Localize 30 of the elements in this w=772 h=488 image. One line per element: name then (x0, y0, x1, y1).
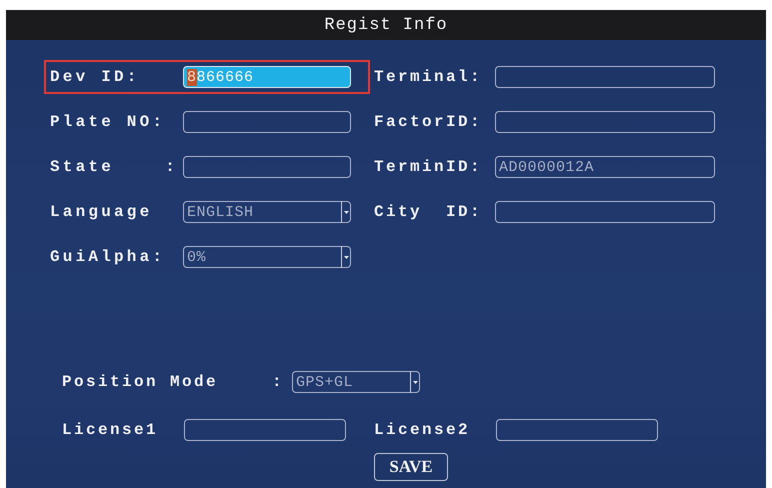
field-label: State : (50, 158, 180, 176)
dropdown[interactable]: GPS+GL (292, 371, 420, 393)
dropdown[interactable]: ENGLISH (183, 201, 351, 223)
field-label: TerminID: (374, 158, 484, 176)
dropdown-arrow-icon (410, 371, 419, 393)
input-field[interactable] (495, 111, 715, 133)
save-button[interactable]: SAVE (374, 453, 448, 481)
field-label: License1 (62, 421, 160, 439)
dropdown[interactable]: 0% (183, 246, 351, 268)
input-field[interactable] (495, 66, 715, 88)
field-label: Dev ID: (50, 68, 141, 86)
field-label: Position Mode (62, 373, 220, 391)
field-label: City ID: (374, 203, 484, 221)
field-label: Terminal: (374, 68, 484, 86)
input-field[interactable]: AD0000012A (495, 156, 715, 178)
field-label: FactorID: (374, 113, 484, 131)
colon-label: : (272, 373, 286, 391)
dropdown-arrow-icon (341, 201, 350, 223)
field-label: Plate NO: (50, 113, 166, 131)
input-field[interactable] (184, 419, 346, 441)
input-field[interactable] (495, 201, 715, 223)
input-field[interactable]: 8866666 (183, 66, 351, 88)
field-label: GuiAlpha: (50, 248, 166, 266)
dropdown-arrow-icon (341, 246, 350, 268)
input-field[interactable] (183, 156, 351, 178)
field-label: License2 (374, 421, 472, 439)
input-field[interactable] (496, 419, 658, 441)
field-label: Language (50, 203, 154, 221)
input-field[interactable] (183, 111, 351, 133)
window-title: Regist Info (324, 16, 448, 34)
